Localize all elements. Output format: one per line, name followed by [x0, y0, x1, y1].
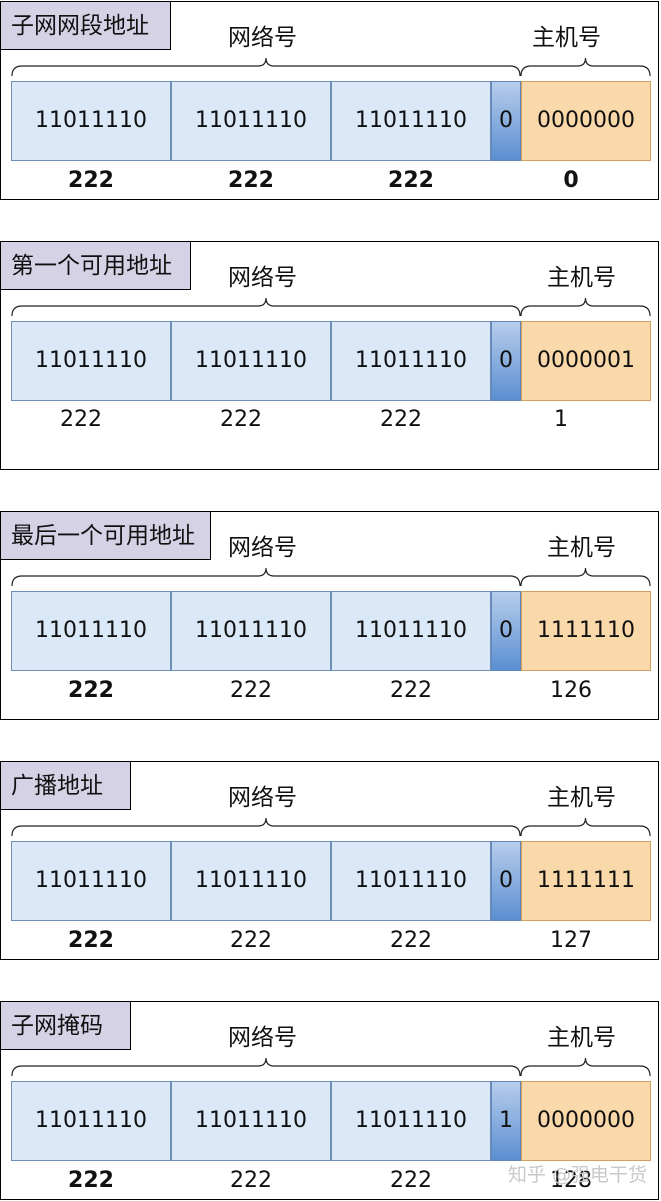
octet3-bits: 11011110	[331, 81, 491, 161]
decimal-octet2: 222	[230, 928, 272, 953]
decimal-octet4: 127	[550, 928, 592, 953]
decimal-octet3: 222	[390, 678, 432, 703]
octet3-bits: 11011110	[331, 321, 491, 401]
host-bits: 1111111	[521, 841, 651, 921]
address-panel: 广播地址 网络号 主机号 11011110 11011110 11011110 0 11111…	[0, 761, 659, 960]
host-brace	[520, 1057, 651, 1077]
octet1-bits: 11011110	[11, 321, 171, 401]
network-brace	[11, 817, 521, 837]
host-brace	[520, 817, 651, 837]
decimal-octet3: 222	[380, 407, 422, 432]
octet2-bits: 11011110	[171, 591, 331, 671]
decimal-octet2: 222	[228, 168, 274, 193]
octet1-bits: 11011110	[11, 81, 171, 161]
octet1-bits: 11011110	[11, 591, 171, 671]
octet1-bits: 11011110	[11, 841, 171, 921]
decimal-octet1: 222	[68, 1168, 114, 1193]
octet2-bits: 11011110	[171, 1081, 331, 1161]
decimal-octet3: 222	[390, 928, 432, 953]
network-brace	[11, 567, 521, 587]
decimal-octet4: 126	[550, 678, 592, 703]
address-panel: 第一个可用地址 网络号 主机号 11011110 11011110 11011110 0 00…	[0, 241, 659, 470]
brace-group	[11, 57, 651, 77]
decimal-octet2: 222	[230, 1168, 272, 1193]
subnet-bit: 1	[491, 1081, 521, 1161]
address-panel: 最后一个可用地址 网络号 主机号 11011110 11011110 11011110 0 1…	[0, 511, 659, 720]
octet3-bits: 11011110	[331, 841, 491, 921]
octet2-bits: 11011110	[171, 81, 331, 161]
watermark: 知乎 @强电干货	[507, 1164, 647, 1186]
subnet-bit: 0	[491, 321, 521, 401]
octet1-bits: 11011110	[11, 1081, 171, 1161]
decimal-octet1: 222	[68, 678, 114, 703]
brace-group	[11, 817, 651, 837]
decimal-octet3: 222	[388, 168, 434, 193]
network-brace	[11, 1057, 521, 1077]
decimal-octet2: 222	[230, 678, 272, 703]
octet3-bits: 11011110	[331, 591, 491, 671]
network-brace	[11, 297, 521, 317]
decimal-octet1: 222	[68, 928, 114, 953]
octet3-bits: 11011110	[331, 1081, 491, 1161]
brace-group	[11, 567, 651, 587]
decimal-octet4: 0	[563, 168, 579, 193]
brace-group	[11, 297, 651, 317]
octet2-bits: 11011110	[171, 841, 331, 921]
host-brace	[520, 297, 651, 317]
decimal-octet3: 222	[390, 1168, 432, 1193]
decimal-octet2: 222	[220, 407, 262, 432]
octet2-bits: 11011110	[171, 321, 331, 401]
host-brace	[520, 57, 651, 77]
decimal-octet1: 222	[60, 407, 102, 432]
host-bits: 0000000	[521, 81, 651, 161]
host-brace	[520, 567, 651, 587]
host-bits: 1111110	[521, 591, 651, 671]
host-bits: 0000000	[521, 1081, 651, 1161]
brace-group	[11, 1057, 651, 1077]
decimal-octet1: 222	[68, 168, 114, 193]
decimal-octet4: 1	[554, 407, 568, 432]
host-bits: 0000001	[521, 321, 651, 401]
network-brace	[11, 57, 521, 77]
subnet-bit: 0	[491, 81, 521, 161]
subnet-bit: 0	[491, 591, 521, 671]
subnet-bit: 0	[491, 841, 521, 921]
address-panel: 子网网段地址 网络号 主机号 11011110 11011110 11011110 0 000…	[0, 1, 659, 200]
